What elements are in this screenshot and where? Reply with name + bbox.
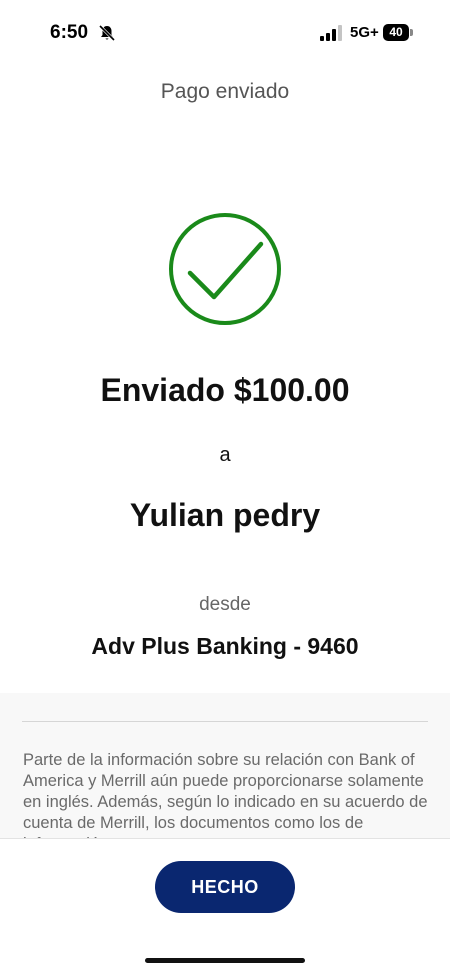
battery-tip: [410, 29, 413, 36]
signal-icon: [320, 25, 342, 41]
status-bar: 6:50 5G+ 40: [0, 0, 450, 66]
network-label: 5G+: [350, 24, 379, 41]
to-label: a: [219, 444, 231, 466]
sent-amount: Enviado $100.00: [100, 372, 350, 408]
page-title: Pago enviado: [160, 80, 290, 103]
battery-icon: 40: [383, 24, 413, 41]
disclaimer-section[interactable]: Parte de la información sobre su relació…: [0, 693, 450, 839]
status-time: 6:50: [50, 22, 89, 43]
source-account: Adv Plus Banking - 9460: [91, 633, 359, 659]
bell-slash-icon: [98, 24, 116, 42]
bottom-action-bar: HECHO: [0, 838, 450, 976]
home-indicator[interactable]: [145, 958, 305, 963]
checkmark-circle-icon: [169, 213, 281, 325]
battery-level: 40: [383, 24, 409, 41]
divider: [22, 721, 428, 722]
recipient-name: Yulian pedry: [129, 497, 321, 533]
disclaimer-text: Parte de la información sobre su relació…: [23, 751, 428, 839]
done-button[interactable]: HECHO: [155, 861, 295, 913]
from-label: desde: [199, 594, 251, 615]
